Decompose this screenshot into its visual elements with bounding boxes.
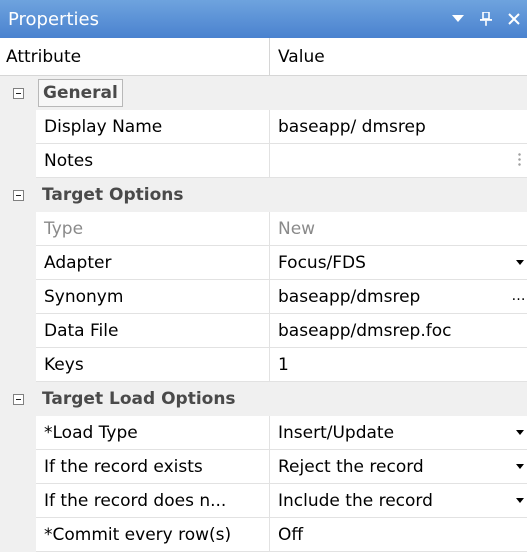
- ellipsis-icon[interactable]: …: [511, 284, 527, 308]
- close-button[interactable]: [501, 6, 527, 32]
- property-row-keys[interactable]: Keys 1: [0, 348, 527, 382]
- property-value[interactable]: [270, 144, 527, 178]
- dropdown-arrow-icon[interactable]: [513, 490, 527, 511]
- property-name: *Load Type: [36, 416, 270, 450]
- category-label: Target Load Options: [42, 389, 236, 409]
- property-name: If the record does n...: [36, 484, 270, 518]
- dropdown-arrow-icon[interactable]: [513, 422, 527, 443]
- dropdown-arrow-icon[interactable]: [513, 456, 527, 477]
- property-value[interactable]: baseapp/dmsrep.foc: [270, 314, 527, 348]
- collapse-icon[interactable]: [12, 393, 24, 405]
- property-row-data-file[interactable]: Data File baseapp/dmsrep.foc: [0, 314, 527, 348]
- property-value[interactable]: Insert/Update: [270, 416, 527, 450]
- property-name: Data File: [36, 314, 270, 348]
- collapse-icon[interactable]: [12, 189, 24, 201]
- property-row-notes[interactable]: Notes: [0, 144, 527, 178]
- category-target-load-options[interactable]: Target Load Options: [0, 382, 527, 416]
- property-value[interactable]: Off: [270, 518, 527, 552]
- property-name: Notes: [36, 144, 270, 178]
- property-value[interactable]: 1: [270, 348, 527, 382]
- property-row-synonym[interactable]: Synonym baseapp/dmsrep …: [0, 280, 527, 314]
- category-target-options[interactable]: Target Options: [0, 178, 527, 212]
- category-label: General: [38, 79, 123, 107]
- property-value[interactable]: Include the record: [270, 484, 527, 518]
- property-name: Synonym: [36, 280, 270, 314]
- grid-header: Attribute Value: [0, 38, 527, 76]
- pin-button[interactable]: [473, 6, 499, 32]
- panel-titlebar: Properties: [0, 0, 527, 38]
- grip-icon[interactable]: [518, 152, 521, 168]
- chevron-down-icon: [452, 15, 464, 22]
- property-row-type[interactable]: Type New: [0, 212, 527, 246]
- property-name: If the record exists: [36, 450, 270, 484]
- collapse-icon[interactable]: [12, 87, 24, 99]
- property-name: Type: [36, 212, 270, 246]
- property-row-load-type[interactable]: *Load Type Insert/Update: [0, 416, 527, 450]
- property-name: *Commit every row(s): [36, 518, 270, 552]
- property-name: Keys: [36, 348, 270, 382]
- property-name: Display Name: [36, 110, 270, 144]
- category-general[interactable]: General: [0, 76, 527, 110]
- property-value: New: [270, 212, 527, 246]
- panel-menu-button[interactable]: [445, 6, 471, 32]
- property-row-commit-every-rows[interactable]: *Commit every row(s) Off: [0, 518, 527, 552]
- property-value[interactable]: Focus/FDS: [270, 246, 527, 280]
- panel-title: Properties: [8, 8, 99, 30]
- property-row-adapter[interactable]: Adapter Focus/FDS: [0, 246, 527, 280]
- property-value[interactable]: Reject the record: [270, 450, 527, 484]
- property-row-display-name[interactable]: Display Name baseapp/ dmsrep: [0, 110, 527, 144]
- property-name: Adapter: [36, 246, 270, 280]
- close-icon: [508, 13, 520, 25]
- properties-panel: Properties Attribute Value General Displ…: [0, 0, 527, 556]
- property-row-record-does-not-exist[interactable]: If the record does n... Include the reco…: [0, 484, 527, 518]
- category-label: Target Options: [42, 185, 184, 205]
- property-value[interactable]: baseapp/dmsrep …: [270, 280, 527, 314]
- dropdown-arrow-icon[interactable]: [513, 252, 527, 273]
- value-column-header[interactable]: Value: [270, 38, 527, 75]
- property-row-record-exists[interactable]: If the record exists Reject the record: [0, 450, 527, 484]
- pin-icon: [480, 12, 492, 26]
- property-value[interactable]: baseapp/ dmsrep: [270, 110, 527, 144]
- attribute-column-header[interactable]: Attribute: [0, 38, 270, 75]
